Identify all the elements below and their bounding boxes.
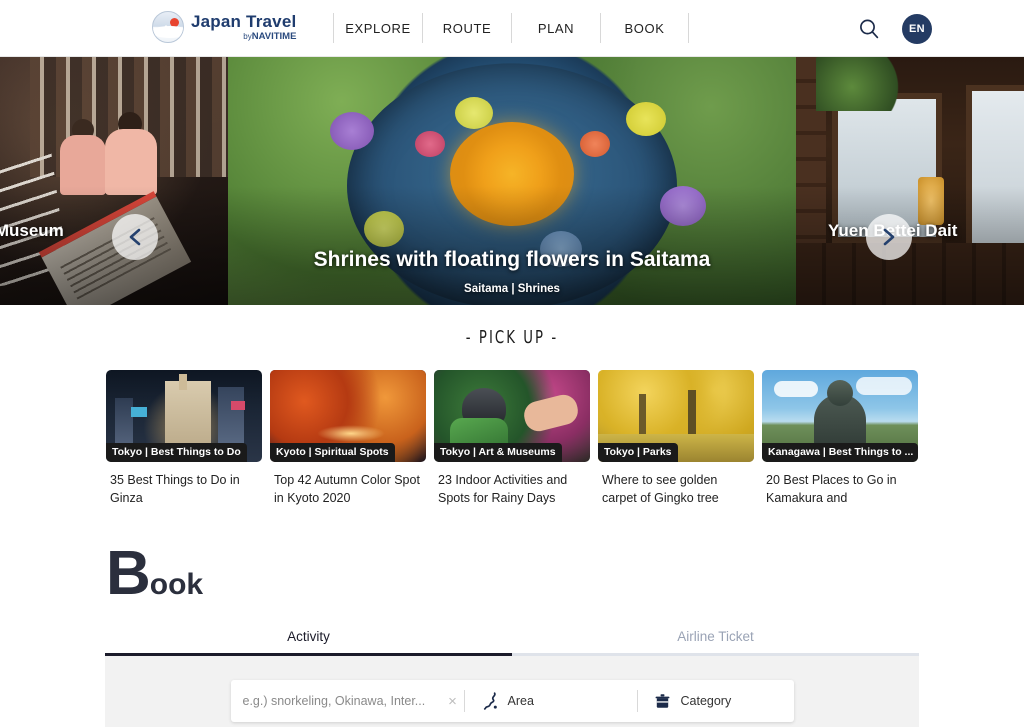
book-heading: B ook <box>0 543 1024 605</box>
pickup-card-tag: Tokyo | Best Things to Do <box>106 443 247 462</box>
book-search-panel: e.g.) snorkeling, Okinawa, Inter... × Ar… <box>105 656 919 727</box>
chevron-right-icon <box>883 228 895 246</box>
pickup-card[interactable]: Kyoto | Spiritual Spots Top 42 Autumn Co… <box>270 370 426 507</box>
booking-search-bar: e.g.) snorkeling, Okinawa, Inter... × Ar… <box>230 680 794 722</box>
hero-carousel: zilla Museum Shrines with floating flowe… <box>0 57 1024 305</box>
pickup-card[interactable]: Tokyo | Best Things to Do 35 Best Things… <box>106 370 262 507</box>
hero-slide-right-title: Yuen Bettei Dait <box>828 221 958 240</box>
clear-icon[interactable]: × <box>442 693 464 710</box>
nav-item-book-label: BOOK <box>624 20 665 36</box>
pickup-card-title: Where to see golden carpet of Gingko tre… <box>602 473 719 505</box>
japan-travel-logo-icon <box>152 11 184 43</box>
nav-item-route-label: ROUTE <box>442 20 492 36</box>
pickup-card[interactable]: Tokyo | Parks Where to see golden carpet… <box>598 370 754 507</box>
tab-airline-ticket[interactable]: Airline Ticket <box>512 629 919 656</box>
nav-item-explore[interactable]: EXPLORE <box>333 13 422 43</box>
area-label: Area <box>507 694 534 708</box>
pickup-card-list: Tokyo | Best Things to Do 35 Best Things… <box>0 370 1024 507</box>
logo-sub-text: byNAVITIME <box>191 32 296 42</box>
hero-slide-center-caption: Shrines with floating flowers in Saitama… <box>228 248 796 305</box>
carousel-next-button[interactable] <box>866 214 912 260</box>
nav-item-plan-label: PLAN <box>537 20 575 36</box>
carousel-prev-button[interactable] <box>112 214 158 260</box>
nav-item-route[interactable]: ROUTE <box>422 13 511 43</box>
site-header: Japan Travel byNAVITIME EXPLORE ROUTE PL… <box>0 0 1024 57</box>
book-section: B ook Activity Airline Ticket e.g.) snor… <box>0 543 1024 727</box>
language-badge[interactable]: EN <box>902 14 932 44</box>
category-label: Category <box>680 694 732 708</box>
pickup-card-tag: Kyoto | Spiritual Spots <box>270 443 395 462</box>
logo-text: Japan Travel byNAVITIME <box>191 13 296 42</box>
hero-slide-center[interactable]: Shrines with floating flowers in Saitama… <box>228 57 796 305</box>
search-input[interactable]: e.g.) snorkeling, Okinawa, Inter... <box>243 694 442 708</box>
nav-item-plan[interactable]: PLAN <box>511 13 600 43</box>
pickup-heading: - PICK UP - <box>465 327 559 348</box>
logo-brand-text: NAVITIME <box>251 30 297 42</box>
nav-item-book[interactable]: BOOK <box>600 13 689 43</box>
pickup-card-tag: Tokyo | Parks <box>598 443 678 462</box>
briefcase-icon <box>654 692 672 710</box>
hero-slide-right[interactable]: Yuen Bettei Dait <box>796 57 1024 305</box>
pickup-card-image: Tokyo | Parks <box>598 370 754 462</box>
pickup-card-tag: Kanagawa | Best Things to ... <box>762 443 918 462</box>
header-actions: EN <box>858 14 932 44</box>
pickup-card-title: 35 Best Things to Do in Ginza <box>110 473 240 505</box>
pickup-card[interactable]: Kanagawa | Best Things to ... 20 Best Pl… <box>762 370 918 507</box>
book-heading-initial: B <box>106 539 151 608</box>
hero-slide-left-overlay <box>0 57 228 305</box>
hero-slide-right-overlay <box>796 57 1024 305</box>
category-selector[interactable]: Category <box>638 680 794 722</box>
area-selector[interactable]: Area <box>465 680 637 722</box>
pickup-section: - PICK UP - Tokyo | Best Things to Do 35… <box>0 305 1024 507</box>
main-nav: EXPLORE ROUTE PLAN BOOK <box>333 13 689 43</box>
book-heading-rest: ook <box>149 568 204 601</box>
pickup-card-title: 23 Indoor Activities and Spots for Rainy… <box>438 473 568 505</box>
language-badge-label: EN <box>909 23 925 35</box>
hero-slide-left[interactable]: zilla Museum <box>0 57 228 305</box>
pickup-card-title: Top 42 Autumn Color Spot in Kyoto 2020 <box>274 473 420 505</box>
pickup-card-image: Kanagawa | Best Things to ... <box>762 370 918 462</box>
hero-slide-center-subtitle: Saitama | Shrines <box>464 283 560 295</box>
chevron-left-icon <box>129 228 141 246</box>
tab-activity-label: Activity <box>287 629 330 644</box>
pickup-card-title: 20 Best Places to Go in Kamakura and <box>766 473 897 505</box>
hero-slide-center-title: Shrines with floating flowers in Saitama <box>313 248 711 271</box>
book-tabs: Activity Airline Ticket <box>105 629 919 656</box>
logo[interactable]: Japan Travel byNAVITIME <box>152 11 296 43</box>
pickup-card-image: Tokyo | Art & Museums <box>434 370 590 462</box>
logo-main-text: Japan Travel <box>191 11 297 31</box>
tab-activity[interactable]: Activity <box>105 629 512 656</box>
pickup-card[interactable]: Tokyo | Art & Museums 23 Indoor Activiti… <box>434 370 590 507</box>
pickup-card-tag: Tokyo | Art & Museums <box>434 443 562 462</box>
tab-airline-ticket-label: Airline Ticket <box>677 629 754 644</box>
japan-map-icon <box>481 692 499 710</box>
search-icon[interactable] <box>858 18 880 40</box>
nav-item-explore-label: EXPLORE <box>345 20 411 36</box>
pickup-card-image: Tokyo | Best Things to Do <box>106 370 262 462</box>
logo-by-text: by <box>243 31 252 41</box>
pickup-card-image: Kyoto | Spiritual Spots <box>270 370 426 462</box>
keyword-field[interactable]: e.g.) snorkeling, Okinawa, Inter... × <box>231 680 464 722</box>
